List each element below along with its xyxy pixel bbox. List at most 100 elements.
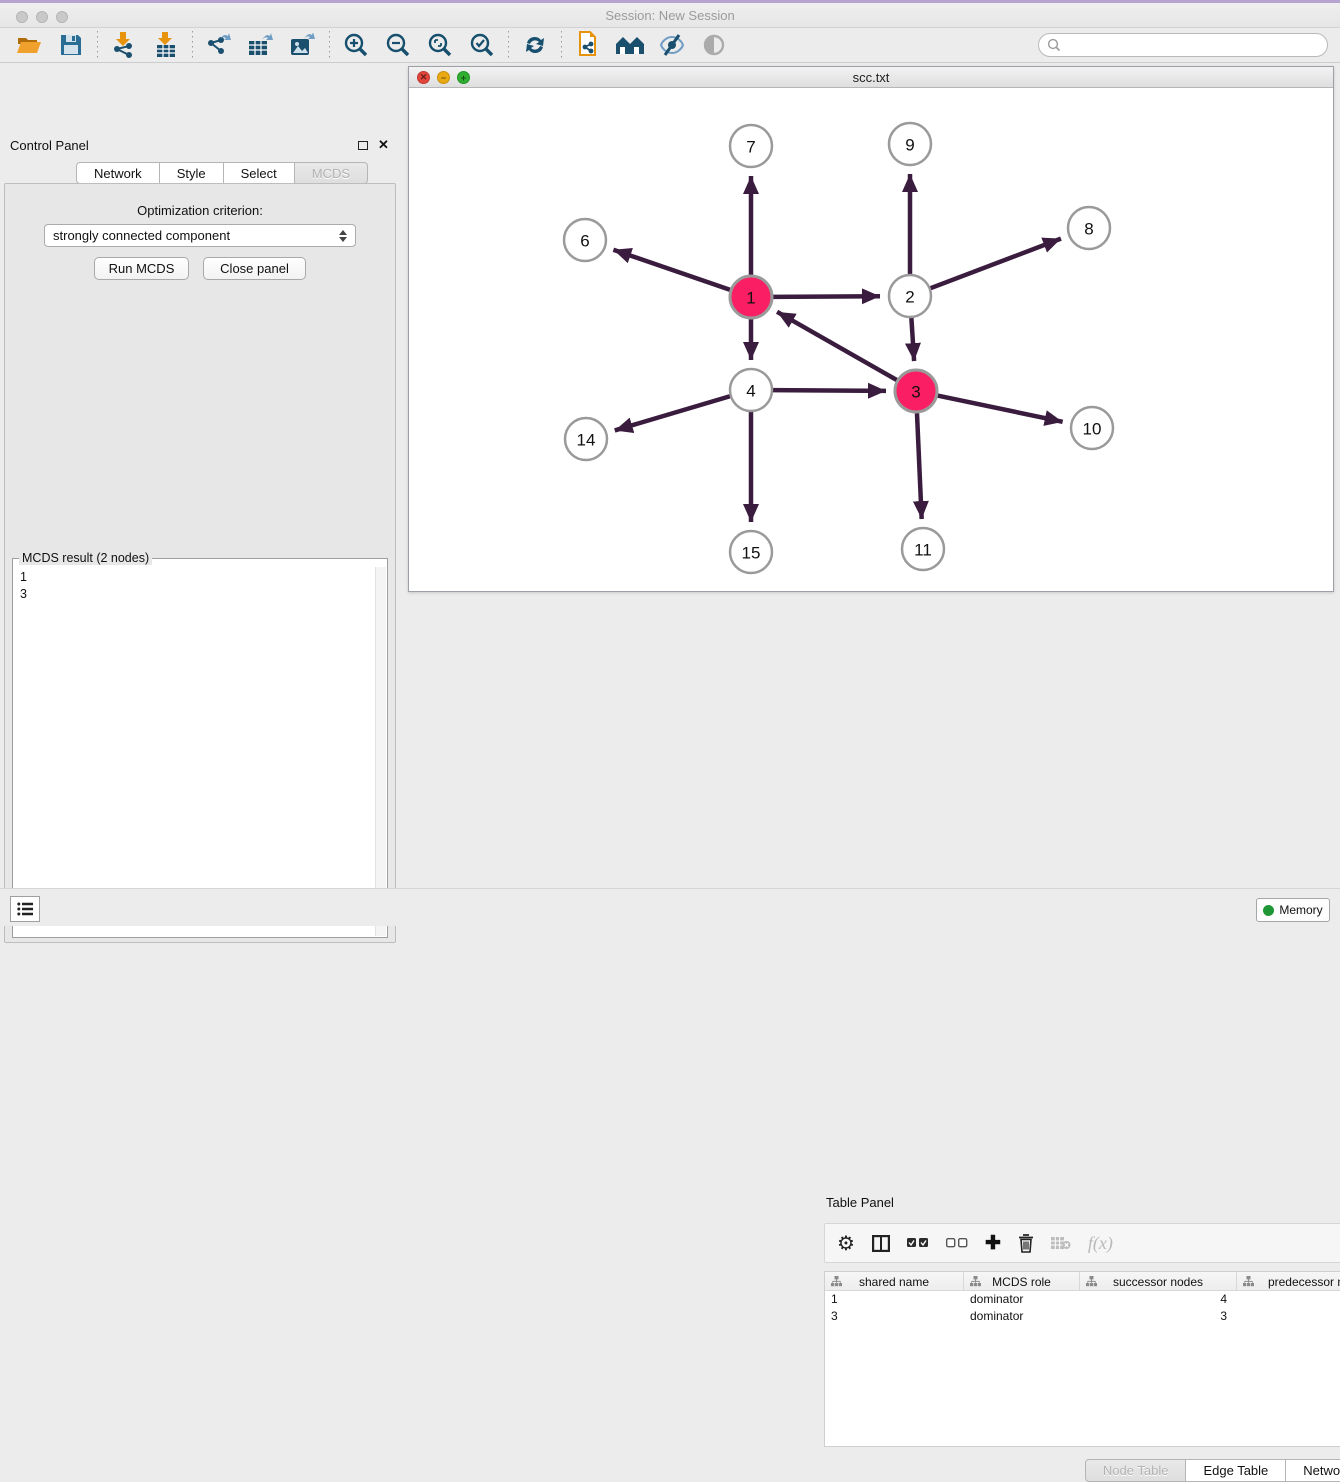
edge-2-3[interactable] [911, 318, 914, 361]
delete-column-trash-icon[interactable] [1018, 1234, 1034, 1253]
save-session-icon[interactable] [54, 30, 88, 60]
float-panel-icon[interactable] [358, 141, 368, 150]
table-row[interactable]: 1dominator411 [825, 1291, 1340, 1308]
graph-node-4[interactable]: 4 [730, 369, 772, 411]
table-cell[interactable]: 3 [1080, 1308, 1237, 1325]
column-header-shared-name[interactable]: shared name [825, 1272, 964, 1291]
graph-node-8[interactable]: 8 [1068, 207, 1110, 249]
graph-node-9[interactable]: 9 [889, 123, 931, 165]
svg-text:3: 3 [911, 383, 920, 402]
close-panel-icon[interactable]: ✕ [378, 140, 389, 150]
table-cell[interactable]: 4 [1080, 1291, 1237, 1308]
search-input[interactable] [1065, 36, 1327, 54]
create-column-plus-icon[interactable]: ✚ [985, 1232, 1001, 1255]
edge-3-11[interactable] [917, 413, 922, 519]
graph-node-6[interactable]: 6 [564, 219, 606, 261]
table-cell[interactable]: 1 [1237, 1291, 1340, 1308]
edge-3-10[interactable] [938, 396, 1063, 422]
graph-node-15[interactable]: 15 [730, 531, 772, 573]
export-network-icon[interactable] [202, 30, 236, 60]
zoom-fit-icon[interactable] [423, 30, 457, 60]
svg-text:11: 11 [914, 541, 932, 560]
open-session-icon[interactable] [12, 30, 46, 60]
toolbar-separator [508, 31, 509, 59]
zoom-in-icon[interactable] [339, 30, 373, 60]
table-column-headers: shared nameMCDS rolesuccessor nodesprede… [825, 1272, 1340, 1291]
graph-node-3[interactable]: 3 [895, 370, 937, 412]
table-cell[interactable]: 1 [825, 1291, 964, 1308]
network-window-titlebar[interactable]: ✕ − + scc.txt [409, 67, 1333, 88]
unselect-all-columns-icon[interactable] [946, 1238, 968, 1248]
control-panel-title: Control Panel [10, 138, 89, 153]
tab-mcds[interactable]: MCDS [295, 162, 368, 184]
edge-4-14[interactable] [615, 396, 730, 430]
network-canvas[interactable]: 7 9 6 8 1 2 4 3 14 10 15 11 [409, 88, 1333, 591]
tab-style[interactable]: Style [160, 162, 224, 184]
table-cell[interactable]: 2 [1237, 1308, 1340, 1325]
tab-node-table[interactable]: Node Table [1085, 1459, 1187, 1482]
search-box[interactable] [1038, 33, 1328, 57]
table-cell[interactable]: dominator [964, 1308, 1080, 1325]
svg-text:15: 15 [742, 544, 761, 563]
mcds-result-title: MCDS result (2 nodes) [19, 551, 152, 565]
export-table-icon[interactable] [244, 30, 278, 60]
selected-criterion: strongly connected component [53, 228, 230, 243]
table-settings-gear-icon[interactable]: ⚙ [837, 1231, 855, 1256]
export-image-icon[interactable] [286, 30, 320, 60]
main-toolbar [0, 28, 1340, 63]
edge-3-1[interactable] [777, 312, 897, 380]
toolbar-separator [329, 31, 330, 59]
result-scrollbar[interactable] [375, 567, 386, 936]
toolbar-separator [561, 31, 562, 59]
graph-node-2[interactable]: 2 [889, 275, 931, 317]
tab-network-table[interactable]: Network Table [1286, 1459, 1340, 1482]
close-panel-button[interactable]: Close panel [203, 257, 306, 280]
import-network-icon[interactable] [107, 30, 141, 60]
function-builder-icon: f(x) [1088, 1233, 1113, 1254]
refresh-layout-icon[interactable] [518, 30, 552, 60]
column-header-successor-nodes[interactable]: successor nodes [1080, 1272, 1237, 1291]
column-header-predecessor-nodes[interactable]: predecessor nodes [1237, 1272, 1340, 1291]
graph-node-1[interactable]: 1 [730, 276, 772, 318]
node-table[interactable]: shared nameMCDS rolesuccessor nodesprede… [824, 1271, 1340, 1447]
graph-node-10[interactable]: 10 [1071, 407, 1113, 449]
mcds-result-text[interactable]: 13 [14, 567, 375, 936]
edge-1-6[interactable] [613, 250, 730, 290]
table-panel-tabs: Node TableEdge TableNetwork TableMotifs [816, 1459, 1340, 1482]
optimization-criterion-select[interactable]: strongly connected component [44, 224, 356, 247]
table-panel: Table Panel ✕ ⚙ ✚ f(x) shared nameMCDS r… [408, 595, 1334, 886]
clone-network-icon[interactable] [571, 30, 605, 60]
control-panel-window-controls[interactable]: ✕ [358, 140, 389, 150]
table-row[interactable]: 3dominator323 [825, 1308, 1340, 1325]
zoom-selected-icon[interactable] [465, 30, 499, 60]
network-title: scc.txt [409, 70, 1333, 85]
graph-node-14[interactable]: 14 [565, 418, 607, 460]
run-mcds-button[interactable]: Run MCDS [94, 257, 189, 280]
zoom-out-icon[interactable] [381, 30, 415, 60]
svg-text:7: 7 [746, 138, 755, 157]
edge-1-2[interactable] [773, 296, 880, 297]
toggle-view-icon[interactable] [697, 30, 731, 60]
show-hide-graphics-icon[interactable] [655, 30, 689, 60]
graph-node-7[interactable]: 7 [730, 125, 772, 167]
tab-edge-table[interactable]: Edge Table [1186, 1459, 1286, 1482]
control-panel-tabs: NetworkStyleSelectMCDS [76, 162, 368, 184]
tab-select[interactable]: Select [224, 162, 295, 184]
edge-2-8[interactable] [931, 239, 1061, 289]
graph-node-11[interactable]: 11 [902, 528, 944, 570]
table-cell[interactable]: dominator [964, 1291, 1080, 1308]
column-header-MCDS-role[interactable]: MCDS role [964, 1272, 1080, 1291]
import-table-icon[interactable] [149, 30, 183, 60]
home-layout-icon[interactable] [613, 30, 647, 60]
memory-button[interactable]: Memory [1256, 898, 1330, 922]
list-icon [17, 902, 33, 916]
show-columns-icon[interactable] [872, 1235, 890, 1252]
toolbar-separator [192, 31, 193, 59]
mcds-result-box: MCDS result (2 nodes) 13 [12, 558, 388, 938]
search-icon [1047, 38, 1061, 52]
select-all-columns-icon[interactable] [907, 1238, 929, 1248]
edge-4-3[interactable] [773, 390, 886, 391]
task-history-button[interactable] [10, 896, 40, 922]
table-cell[interactable]: 3 [825, 1308, 964, 1325]
tab-network[interactable]: Network [76, 162, 160, 184]
